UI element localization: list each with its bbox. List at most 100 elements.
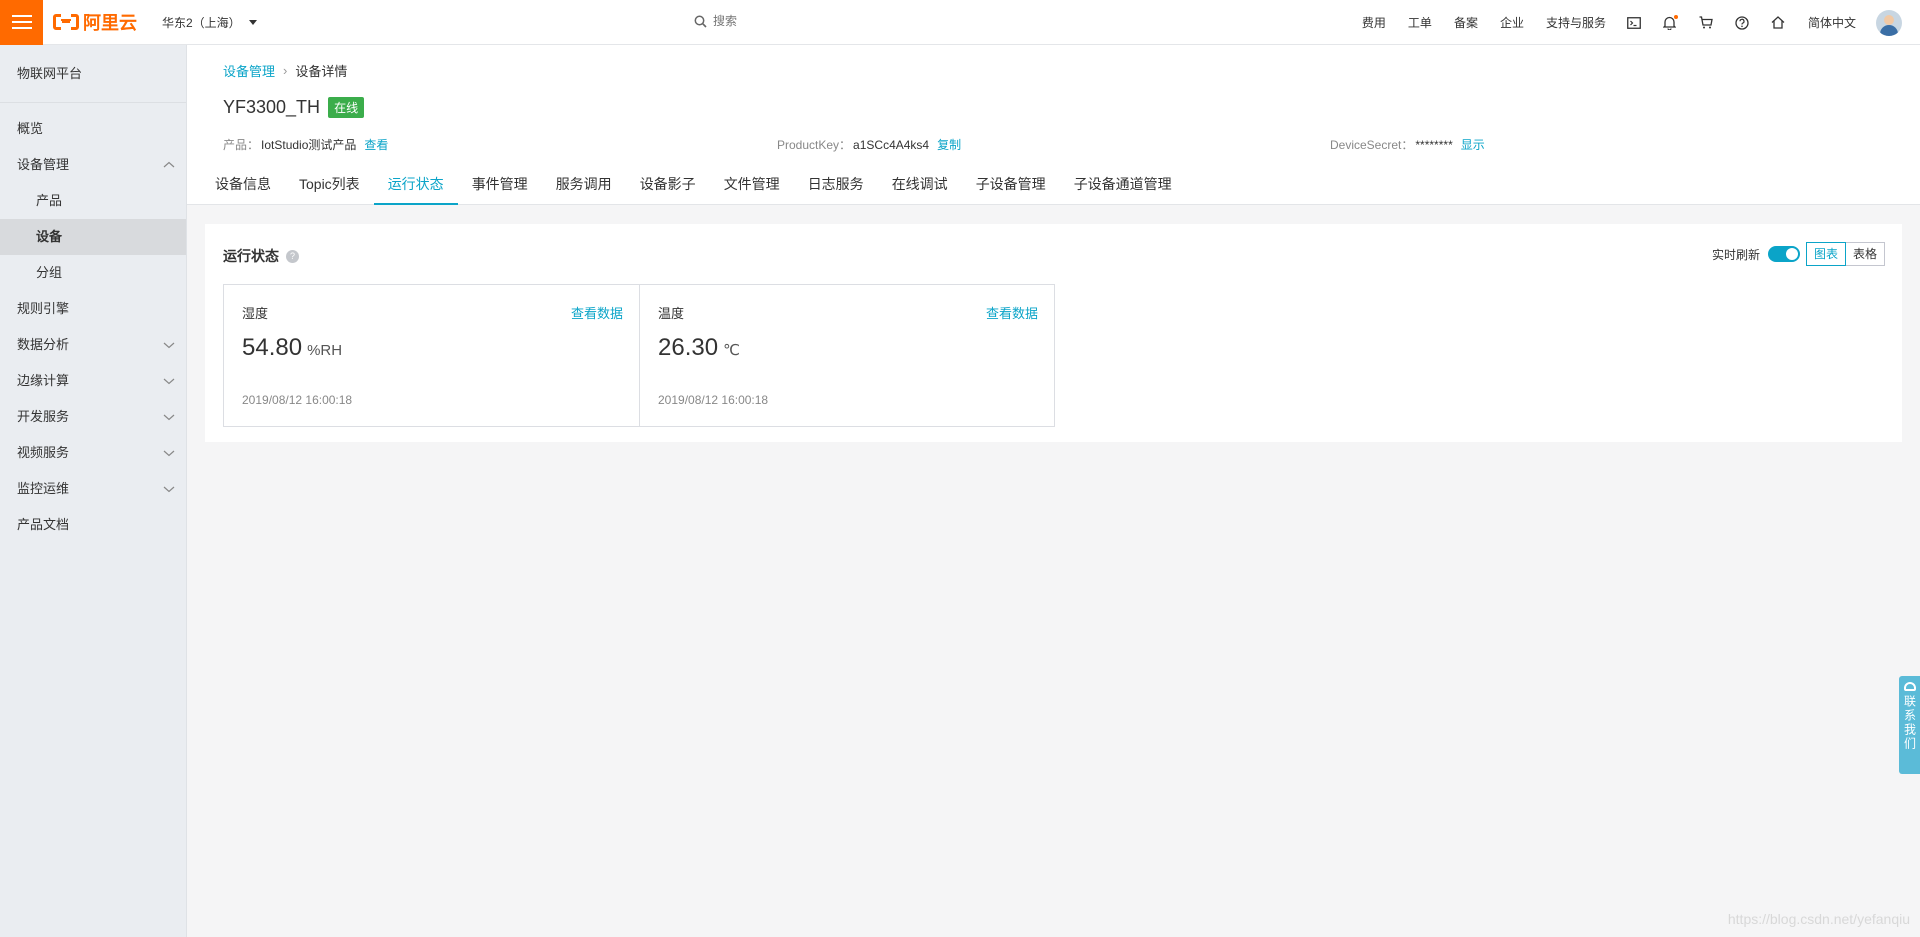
sidebar-item-docs[interactable]: 产品文档 [0,507,186,543]
search-input[interactable] [713,14,913,28]
tab-log-service[interactable]: 日志服务 [794,166,878,205]
region-label: 华东2（上海） [162,15,241,30]
tab-device-shadow[interactable]: 设备影子 [626,166,710,205]
show-secret-link[interactable]: 显示 [1461,136,1485,153]
sidebar-item-label: 监控运维 [17,481,70,496]
property-card: 温度 查看数据 26.30 ℃ 2019/08/12 16:00:18 [639,285,1054,426]
sidebar-item-product[interactable]: 产品 [0,183,186,219]
top-nav: 费用 工单 备案 企业 支持与服务 简体中文 [1340,0,1902,45]
view-data-link[interactable]: 查看数据 [986,303,1038,322]
tab-service-call[interactable]: 服务调用 [542,166,626,205]
breadcrumb: 设备管理 › 设备详情 [223,61,347,80]
property-value: 54.80 %RH [242,334,342,362]
sidebar-item-label: 数据分析 [17,337,70,352]
bell-icon[interactable] [1662,14,1678,31]
sidebar-item-monitoring[interactable]: 监控运维 [0,471,186,507]
table-view-button[interactable]: 表格 [1845,242,1885,266]
realtime-refresh-label: 实时刷新 [1711,247,1760,262]
top-bar: 阿里云 华东2（上海） 费用 工单 备案 企业 支持与服务 简体中文 [0,0,1920,45]
sidebar-item-video-service[interactable]: 视频服务 [0,435,186,471]
nav-enterprise[interactable]: 企业 [1500,14,1524,31]
hamburger-icon [11,15,32,29]
panel-tools: 实时刷新 图表 表格 [1712,242,1885,266]
sidebar-item-device[interactable]: 设备 [0,219,186,255]
property-card: 湿度 查看数据 54.80 %RH 2019/08/12 16:00:18 [224,285,639,426]
sidebar-item-data-analysis[interactable]: 数据分析 [0,327,186,363]
productkey-value: a1SCc4A4ks4 [853,137,930,152]
contact-us-button[interactable]: 联系我们 [1899,676,1920,774]
product-label: 产品： [223,138,260,152]
nav-billing[interactable]: 费用 [1362,14,1386,31]
help-icon[interactable] [1734,15,1750,31]
device-header: 设备管理 › 设备详情 YF3300_TH 在线 产品： IotStudio测试… [187,45,1920,205]
tab-file-management[interactable]: 文件管理 [710,166,794,205]
panel-title: 运行状态 ? [223,246,299,266]
chevron-up-icon [163,161,175,168]
property-unit: %RH [307,342,343,359]
sidebar-item-edge-computing[interactable]: 边缘计算 [0,363,186,399]
chevron-down-icon [163,378,175,385]
breadcrumb-current: 设备详情 [295,64,348,79]
view-product-link[interactable]: 查看 [364,136,388,153]
tab-event-management[interactable]: 事件管理 [458,166,542,205]
breadcrumb-device-management[interactable]: 设备管理 [223,61,275,80]
avatar[interactable] [1876,9,1902,36]
region-selector[interactable]: 华东2（上海） [162,14,257,31]
chevron-down-icon [163,342,175,349]
productkey-label: ProductKey： [777,138,852,152]
search-icon [694,15,707,28]
contact-us-label: 联系我们 [1902,695,1917,751]
nav-icp[interactable]: 备案 [1454,14,1478,31]
sidebar-item-label: 边缘计算 [17,373,70,388]
sidebar-item-rule-engine[interactable]: 规则引擎 [0,291,186,327]
property-cards: 湿度 查看数据 54.80 %RH 2019/08/12 16:00:18 温度… [223,284,1055,427]
property-timestamp: 2019/08/12 16:00:18 [658,393,769,407]
page-title: YF3300_TH 在线 [223,97,365,118]
chevron-down-icon [163,450,175,457]
devicesecret-label: DeviceSecret： [1330,138,1414,152]
terminal-icon[interactable] [1626,15,1642,31]
property-name: 湿度 [242,306,269,321]
watermark: https://blog.csdn.net/yefanqiu [1727,911,1910,927]
logo-text: 阿里云 [83,13,137,33]
caret-down-icon [248,19,257,25]
tab-online-debug[interactable]: 在线调试 [878,166,962,205]
product-meta: 产品： IotStudio测试产品 查看 [223,136,388,153]
nav-support[interactable]: 支持与服务 [1546,14,1606,31]
sidebar-item-group[interactable]: 分组 [0,255,186,291]
sidebar-item-dev-service[interactable]: 开发服务 [0,399,186,435]
help-icon[interactable]: ? [286,249,299,263]
menu-button[interactable] [0,0,43,45]
language-switch[interactable]: 简体中文 [1808,14,1856,31]
tab-bar: 设备信息 Topic列表 运行状态 事件管理 服务调用 设备影子 文件管理 日志… [201,166,1186,205]
sidebar-item-label: 开发服务 [17,409,70,424]
search-box[interactable] [694,14,913,28]
copy-productkey-link[interactable]: 复制 [937,136,961,153]
sidebar-item-device-management[interactable]: 设备管理 [0,147,186,183]
tab-running-status[interactable]: 运行状态 [373,166,458,205]
realtime-refresh-toggle[interactable] [1767,246,1800,262]
tab-topic-list[interactable]: Topic列表 [285,166,374,205]
nav-tickets[interactable]: 工单 [1408,14,1432,31]
running-status-panel: 运行状态 ? 实时刷新 图表 表格 湿度 查看数据 54.80 %RH 2019… [205,224,1902,442]
home-icon[interactable] [1770,15,1786,31]
avatar-head [1884,14,1894,25]
logo[interactable]: 阿里云 [53,0,137,45]
property-number: 54.80 [242,334,303,361]
sidebar-title[interactable]: 物联网平台 [0,45,186,103]
tab-subdevice-channel[interactable]: 子设备通道管理 [1060,166,1186,205]
tab-device-info[interactable]: 设备信息 [201,166,285,205]
tab-subdevice-management[interactable]: 子设备管理 [962,166,1060,205]
device-name: YF3300_TH [223,97,321,117]
property-value: 26.30 ℃ [658,334,740,362]
cart-icon[interactable] [1698,15,1714,31]
chart-view-button[interactable]: 图表 [1805,242,1846,266]
avatar-body [1880,24,1898,36]
sidebar-item-overview[interactable]: 概览 [0,111,186,147]
sidebar-item-label: 视频服务 [17,445,70,460]
productkey-meta: ProductKey： a1SCc4A4ks4 复制 [777,136,961,153]
headset-icon [1903,682,1916,691]
product-value: IotStudio测试产品 [261,138,357,152]
property-unit: ℃ [723,342,740,359]
view-data-link[interactable]: 查看数据 [571,303,623,322]
